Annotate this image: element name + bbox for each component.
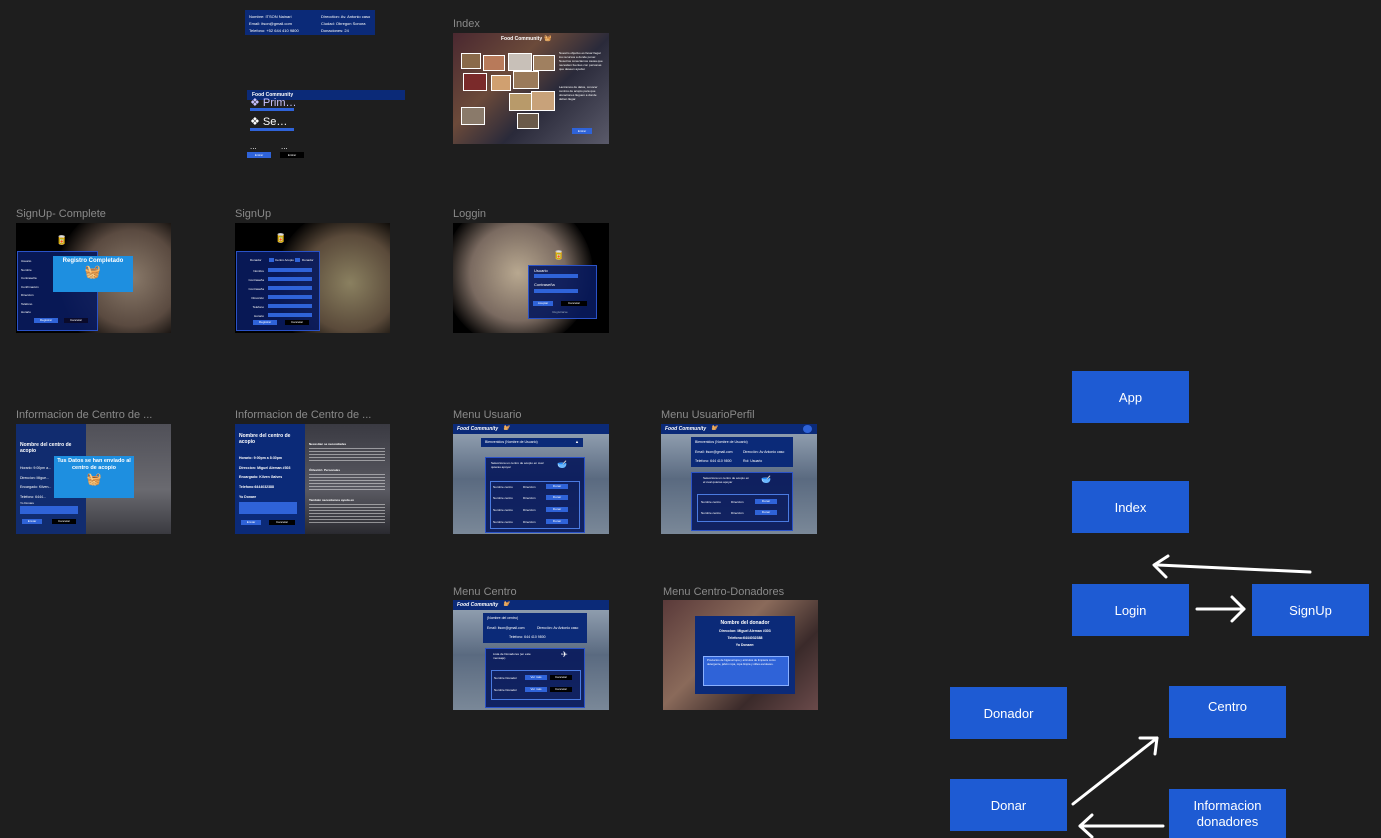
arrow-signup-to-index (1156, 563, 1312, 574)
arrow-donar-to-centro (1071, 736, 1159, 806)
flow-connectors (1071, 554, 1312, 838)
